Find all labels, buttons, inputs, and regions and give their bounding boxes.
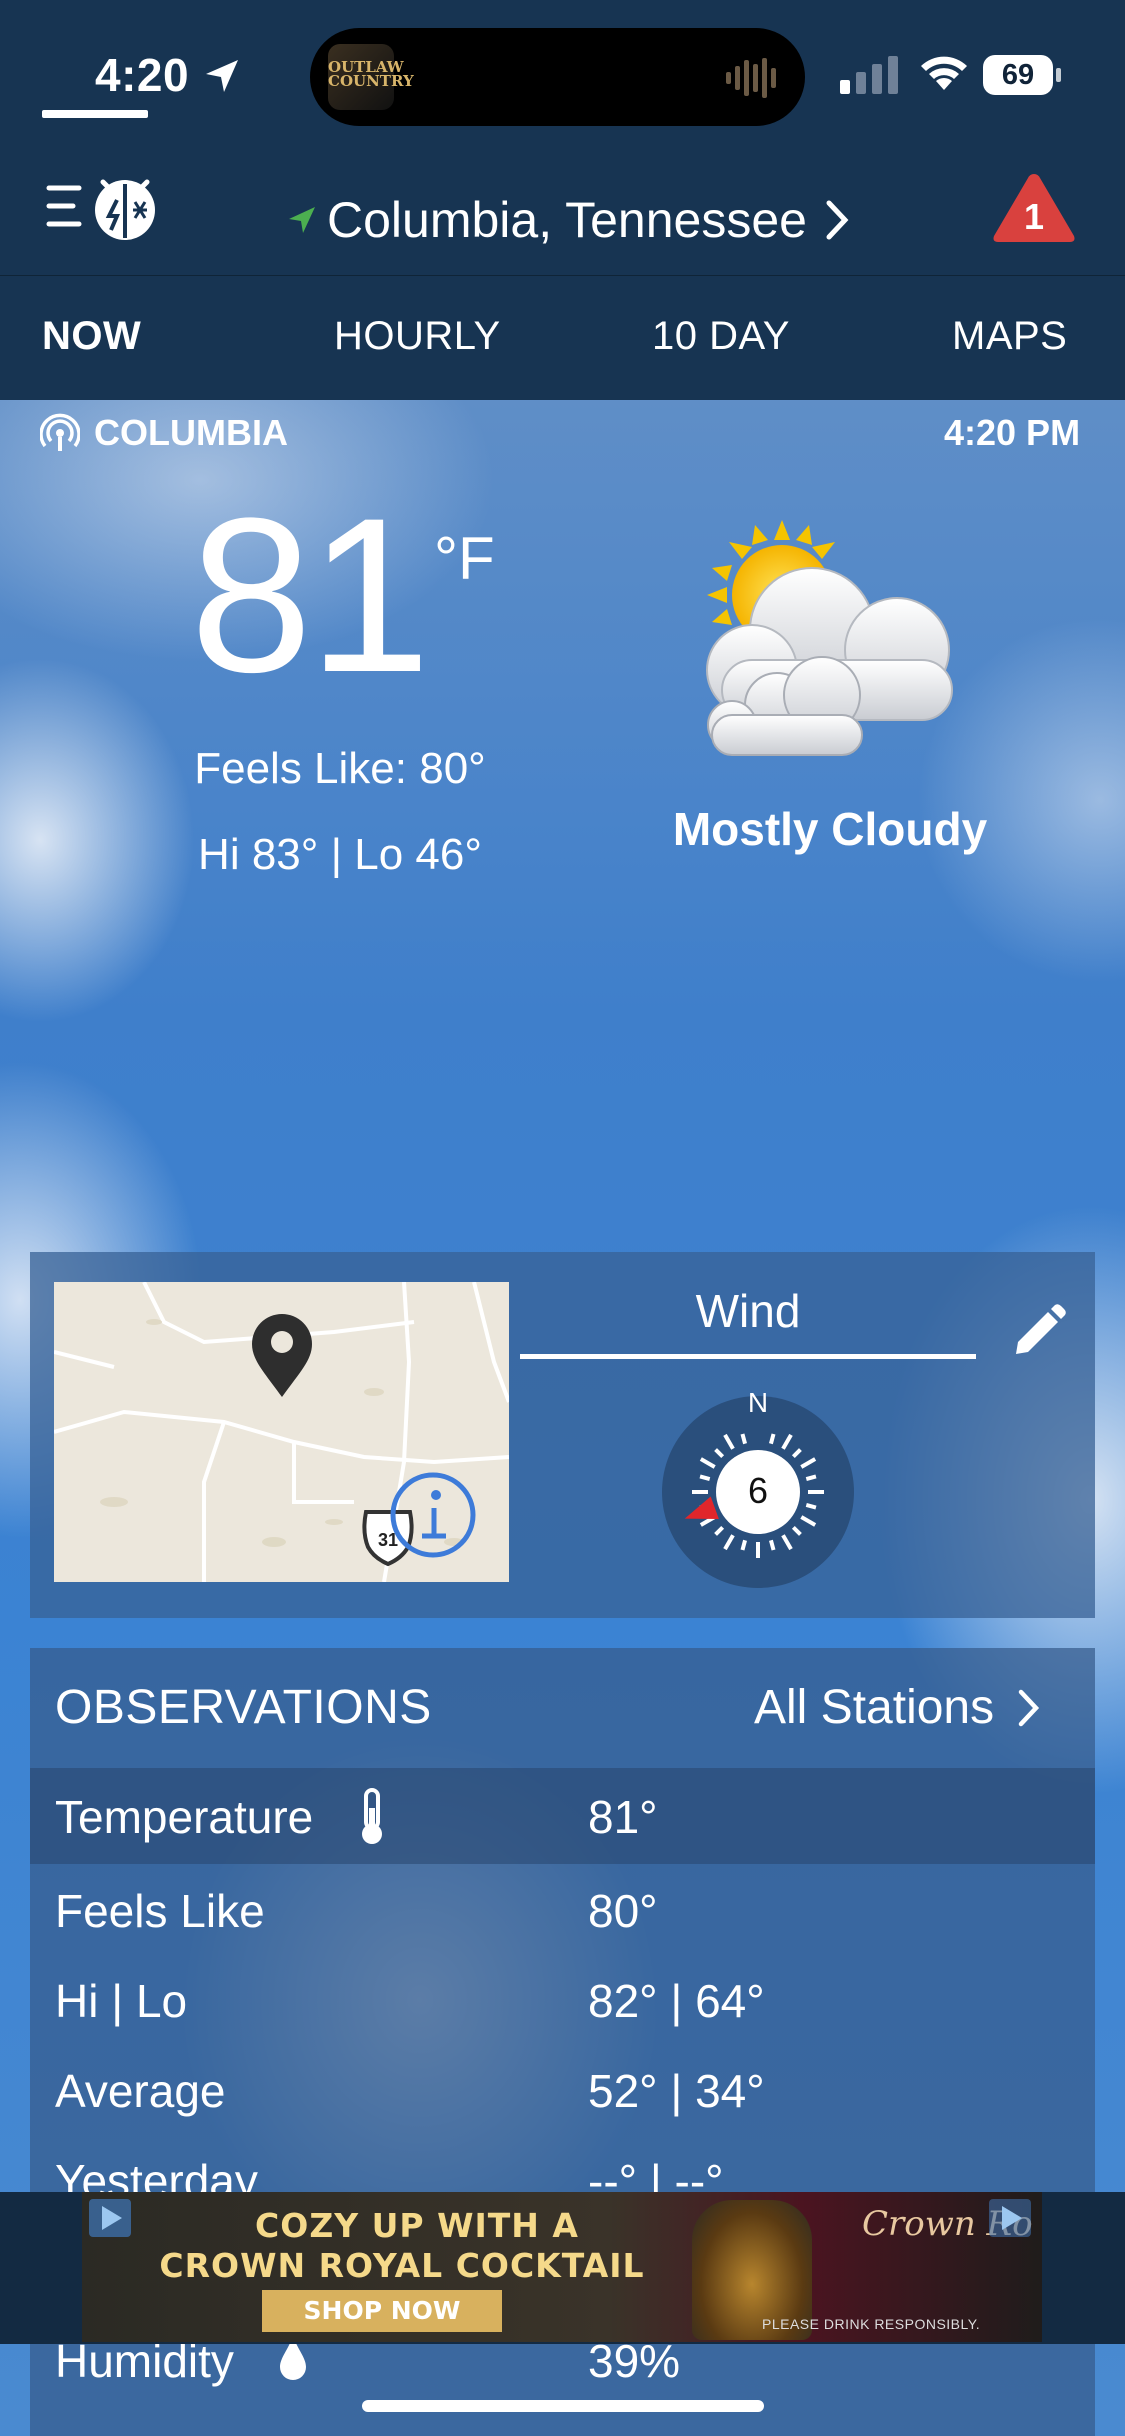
cellular-signal-icon [840, 56, 898, 94]
obs-label-average: Average [55, 2065, 226, 2117]
ad-fine-print: PLEASE DRINK RESPONSIBLY. [762, 2316, 981, 2332]
observation-time: 4:20 PM [944, 412, 1081, 453]
obs-label-temperature: Temperature [55, 1791, 314, 1843]
battery-level: 69 [983, 55, 1053, 95]
ad-headline-2: CROWN ROYAL COCKTAIL [159, 2246, 645, 2285]
station-name: COLUMBIA [94, 412, 288, 453]
current-temperature: 81 [190, 472, 431, 718]
status-time: 4:20 [95, 49, 190, 101]
all-stations-link[interactable]: All Stations [754, 1680, 1042, 1735]
compass-tick [805, 1474, 817, 1481]
obs-label-hi-lo: Hi | Lo [55, 1975, 188, 2027]
map-pin-icon [252, 1314, 312, 1397]
chevron-right-icon [826, 200, 849, 240]
battery-indicator: 69 [983, 55, 1063, 95]
partly-sunny-cloud-icon [706, 520, 953, 756]
tab-now[interactable]: NOW [42, 314, 141, 359]
tab-maps[interactable]: MAPS [952, 314, 1067, 359]
feels-like: Feels Like: 80° [194, 744, 486, 793]
compass-tick [769, 1539, 776, 1551]
compass-tick [740, 1539, 747, 1551]
route-shield-icon: 31 [362, 1510, 414, 1567]
compass-tick [805, 1503, 817, 1510]
tab-hourly[interactable]: HOURLY [334, 314, 501, 359]
tab-10-day[interactable]: 10 DAY [652, 314, 790, 359]
active-tab-indicator [42, 110, 148, 118]
ad-play-icon[interactable] [988, 2198, 1032, 2238]
pencil-edit-icon[interactable] [1008, 1302, 1068, 1362]
obs-value-average: 52° | 34° [588, 2065, 765, 2117]
obs-value-feels-like: 80° [588, 1885, 658, 1937]
home-indicator[interactable] [362, 2400, 764, 2412]
alert-count: 1 [1023, 196, 1045, 237]
audio-waveform-icon [726, 58, 776, 98]
wind-title: Wind [695, 1285, 801, 1337]
station-label: COLUMBIA [40, 412, 288, 454]
ad-banner[interactable]: COZY UP WITH A CROWN ROYAL COCKTAIL SHOP… [82, 2192, 1042, 2342]
ad-headline-1: COZY UP WITH A [255, 2206, 579, 2245]
location-selector[interactable]: Columbia, Tennessee [285, 185, 851, 255]
wind-speed: 6 [748, 1470, 768, 1511]
now-playing-artwork: OUTLAW COUNTRY [328, 44, 414, 110]
wifi-icon [921, 56, 967, 90]
thermometer-icon [362, 1788, 382, 1844]
wind-compass: N 6 [662, 1392, 854, 1588]
observations-title: OBSERVATIONS [55, 1681, 432, 1734]
obs-value-hi-lo: 82° | 64° [588, 1975, 765, 2027]
hi-lo: Hi 83° | Lo 46° [198, 830, 482, 879]
temperature-unit: °F [434, 525, 495, 592]
compass-tick [769, 1433, 776, 1445]
compass-tick [740, 1433, 747, 1445]
compass-tick [699, 1474, 711, 1481]
location-map[interactable]: 31 [54, 1282, 509, 1582]
location-name: Columbia, Tennessee [327, 192, 807, 248]
compass-north-label: N [748, 1392, 768, 1418]
menu-logo-icon[interactable] [45, 168, 165, 244]
broadcast-icon [40, 413, 80, 451]
all-stations-label: All Stations [754, 1681, 995, 1734]
obs-label-feels-like: Feels Like [55, 1885, 265, 1937]
wind-title-underline [520, 1354, 976, 1359]
obs-value-temperature: 81° [588, 1791, 658, 1843]
location-arrow-icon [289, 207, 315, 233]
condition-text: Mostly Cloudy [672, 803, 988, 855]
location-services-icon [206, 60, 238, 92]
ad-shop-now-button[interactable]: SHOP NOW [262, 2290, 502, 2332]
tab-bar: NOW HOURLY 10 DAY MAPS [0, 275, 1125, 400]
chevron-right-icon [1018, 1689, 1040, 1726]
ad-choices-icon[interactable] [88, 2198, 132, 2238]
